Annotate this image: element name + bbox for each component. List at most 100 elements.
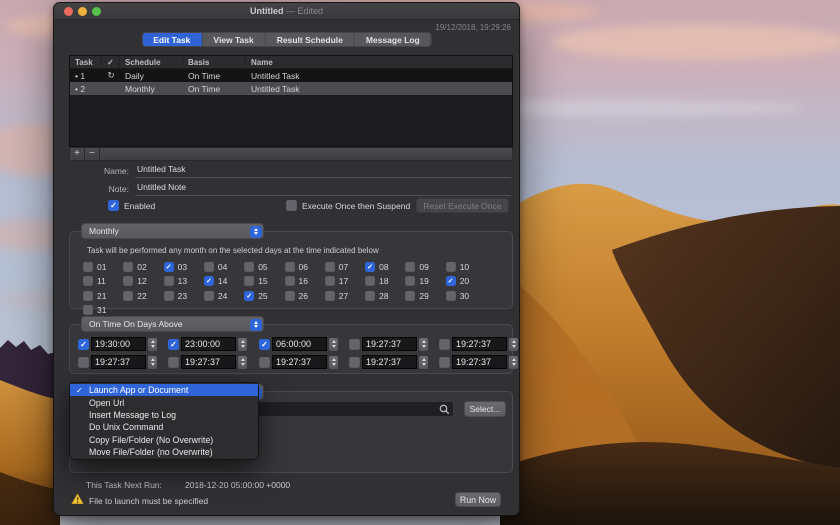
- time-checkbox-2[interactable]: ✓: [168, 339, 179, 350]
- day-checkbox-21[interactable]: 21: [83, 291, 106, 301]
- enabled-checkbox[interactable]: ✓ Enabled: [108, 200, 155, 211]
- day-checkbox-30[interactable]: 30: [446, 291, 469, 301]
- time-field-10[interactable]: 19:27:37: [452, 355, 507, 369]
- day-checkbox-06[interactable]: 06: [285, 262, 308, 272]
- day-checkbox-09[interactable]: 09: [405, 262, 428, 272]
- day-checkbox-27[interactable]: 27: [325, 291, 348, 301]
- menu-item-launch-app-or-document[interactable]: ✓Launch App or Document: [70, 384, 258, 396]
- day-checkbox-25[interactable]: ✓25: [244, 291, 267, 301]
- next-run-label: This Task Next Run:: [86, 480, 162, 490]
- time-stepper-icon[interactable]: [509, 338, 518, 351]
- table-row[interactable]: • 1↻DailyOn TimeUntitled Task: [70, 69, 512, 82]
- time-slot-1[interactable]: ✓19:30:00: [78, 337, 157, 351]
- day-checkbox-29[interactable]: 29: [405, 291, 428, 301]
- day-checkbox-15[interactable]: 15: [244, 276, 267, 286]
- day-checkbox-05[interactable]: 05: [244, 262, 267, 272]
- table-row[interactable]: • 2MonthlyOn TimeUntitled Task: [70, 82, 512, 95]
- menu-item-copy-file-folder-no-overwrite[interactable]: Copy File/Folder (No Overwrite): [70, 434, 258, 446]
- time-slot-10[interactable]: 19:27:37: [439, 355, 518, 369]
- time-slot-5[interactable]: 19:27:37: [439, 337, 518, 351]
- time-slot-9[interactable]: 19:27:37: [349, 355, 428, 369]
- note-input[interactable]: Untitled Note: [135, 182, 511, 196]
- time-field-3[interactable]: 06:00:00: [272, 337, 327, 351]
- time-stepper-icon[interactable]: [148, 356, 157, 369]
- time-checkbox-10[interactable]: [439, 357, 450, 368]
- time-slot-8[interactable]: 19:27:37: [259, 355, 338, 369]
- day-checkbox-26[interactable]: 26: [285, 291, 308, 301]
- time-field-8[interactable]: 19:27:37: [272, 355, 327, 369]
- remove-task-button[interactable]: −: [85, 148, 100, 160]
- day-checkbox-03[interactable]: ✓03: [164, 262, 187, 272]
- execute-once-checkbox-box[interactable]: [286, 200, 297, 211]
- day-checkbox-04[interactable]: 04: [204, 262, 227, 272]
- title-bar[interactable]: Untitled — Edited: [54, 3, 519, 20]
- time-stepper-icon[interactable]: [509, 356, 518, 369]
- day-checkbox-07[interactable]: 07: [325, 262, 348, 272]
- time-checkbox-5[interactable]: [439, 339, 450, 350]
- task-table[interactable]: Task✓ScheduleBasisName • 1↻DailyOn TimeU…: [69, 55, 513, 147]
- time-stepper-icon[interactable]: [329, 356, 338, 369]
- tab-edit-task[interactable]: Edit Task: [142, 33, 202, 46]
- day-checkbox-11[interactable]: 11: [83, 276, 106, 286]
- time-field-6[interactable]: 19:27:37: [91, 355, 146, 369]
- time-checkbox-1[interactable]: ✓: [78, 339, 89, 350]
- name-input[interactable]: Untitled Task: [135, 164, 511, 178]
- add-task-button[interactable]: +: [70, 148, 85, 160]
- day-checkbox-19[interactable]: 19: [405, 276, 428, 286]
- time-slot-2[interactable]: ✓23:00:00: [168, 337, 247, 351]
- menu-item-insert-message-to-log[interactable]: Insert Message to Log: [70, 409, 258, 421]
- time-field-9[interactable]: 19:27:37: [362, 355, 417, 369]
- run-now-button[interactable]: Run Now: [455, 492, 501, 507]
- tab-message-log[interactable]: Message Log: [355, 33, 431, 46]
- time-slot-7[interactable]: 19:27:37: [168, 355, 247, 369]
- day-checkbox-17[interactable]: 17: [325, 276, 348, 286]
- tab-view-task[interactable]: View Task: [202, 33, 265, 46]
- day-checkbox-14[interactable]: ✓14: [204, 276, 227, 286]
- time-stepper-icon[interactable]: [419, 356, 428, 369]
- day-checkbox-31[interactable]: 31: [83, 305, 106, 315]
- execute-once-checkbox[interactable]: Execute Once then Suspend: [286, 200, 410, 211]
- menu-item-move-file-folder-no-overwrite[interactable]: Move File/Folder (no Overwrite): [70, 446, 258, 458]
- enabled-checkbox-box[interactable]: ✓: [108, 200, 119, 211]
- time-slot-6[interactable]: 19:27:37: [78, 355, 157, 369]
- time-slot-3[interactable]: ✓06:00:00: [259, 337, 338, 351]
- reset-execute-once-button[interactable]: Reset Execute Once: [416, 198, 509, 213]
- time-field-1[interactable]: 19:30:00: [91, 337, 146, 351]
- time-field-7[interactable]: 19:27:37: [181, 355, 236, 369]
- time-checkbox-3[interactable]: ✓: [259, 339, 270, 350]
- day-checkbox-23[interactable]: 23: [164, 291, 187, 301]
- time-checkbox-4[interactable]: [349, 339, 360, 350]
- time-stepper-icon[interactable]: [238, 338, 247, 351]
- schedule-popup[interactable]: Monthly: [81, 223, 264, 239]
- time-stepper-icon[interactable]: [329, 338, 338, 351]
- menu-item-open-url[interactable]: Open Url: [70, 396, 258, 408]
- day-checkbox-12[interactable]: 12: [123, 276, 146, 286]
- day-checkbox-02[interactable]: 02: [123, 262, 146, 272]
- time-basis-popup[interactable]: On Time On Days Above: [81, 316, 264, 332]
- time-checkbox-8[interactable]: [259, 357, 270, 368]
- day-checkbox-20[interactable]: ✓20: [446, 276, 469, 286]
- check-column-icon: ✓: [102, 56, 120, 69]
- time-field-5[interactable]: 19:27:37: [452, 337, 507, 351]
- time-checkbox-9[interactable]: [349, 357, 360, 368]
- time-field-2[interactable]: 23:00:00: [181, 337, 236, 351]
- time-stepper-icon[interactable]: [238, 356, 247, 369]
- time-slot-4[interactable]: 19:27:37: [349, 337, 428, 351]
- time-checkbox-7[interactable]: [168, 357, 179, 368]
- time-field-4[interactable]: 19:27:37: [362, 337, 417, 351]
- menu-item-do-unix-command[interactable]: Do Unix Command: [70, 421, 258, 433]
- select-file-button[interactable]: Select...: [464, 401, 506, 417]
- day-checkbox-10[interactable]: 10: [446, 262, 469, 272]
- time-stepper-icon[interactable]: [148, 338, 157, 351]
- day-checkbox-28[interactable]: 28: [365, 291, 388, 301]
- tab-result-schedule[interactable]: Result Schedule: [266, 33, 355, 46]
- day-checkbox-18[interactable]: 18: [365, 276, 388, 286]
- day-checkbox-08[interactable]: ✓08: [365, 262, 388, 272]
- day-checkbox-16[interactable]: 16: [285, 276, 308, 286]
- time-stepper-icon[interactable]: [419, 338, 428, 351]
- day-checkbox-13[interactable]: 13: [164, 276, 187, 286]
- time-checkbox-6[interactable]: [78, 357, 89, 368]
- day-checkbox-24[interactable]: 24: [204, 291, 227, 301]
- day-checkbox-01[interactable]: 01: [83, 262, 106, 272]
- day-checkbox-22[interactable]: 22: [123, 291, 146, 301]
